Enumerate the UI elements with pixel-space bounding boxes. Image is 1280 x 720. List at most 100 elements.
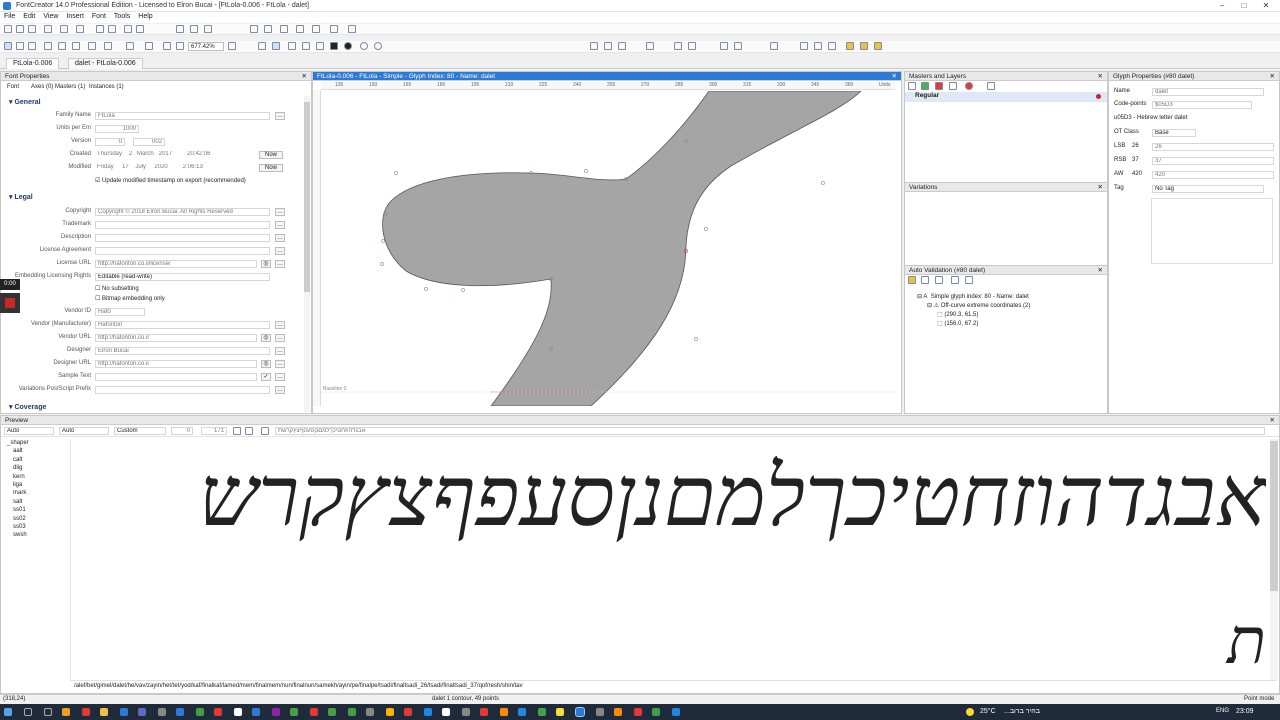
vendor-id-field[interactable]: Hafo <box>95 308 145 316</box>
bitmap-checkbox[interactable]: ☐ Bitmap embedding only <box>95 295 295 304</box>
subtab-font[interactable]: Font <box>7 84 19 90</box>
aw-field[interactable]: 420 <box>1152 171 1274 179</box>
grid-icon[interactable] <box>296 25 304 33</box>
clock[interactable]: 23:09 <box>1236 708 1254 715</box>
license-agreement-field[interactable] <box>95 247 270 255</box>
scrollbar[interactable] <box>304 96 310 412</box>
zoom-field[interactable]: 677.42% <box>188 42 224 51</box>
app-icon[interactable] <box>138 708 146 716</box>
app-icon[interactable] <box>462 708 470 716</box>
table-icon[interactable] <box>348 25 356 33</box>
glyph-names-field[interactable]: /alef/bet/gimel/dalet/he/vav/zayin/het/t… <box>71 680 1276 691</box>
fit-icon[interactable] <box>228 42 236 50</box>
refresh-icon[interactable] <box>921 276 929 284</box>
arrow-active-icon[interactable] <box>272 42 280 50</box>
app-icon[interactable] <box>176 708 184 716</box>
menu-help[interactable]: Help <box>134 12 156 21</box>
undo-icon[interactable] <box>96 25 104 33</box>
glyph-canvas[interactable]: Baseline 0 <box>321 91 895 406</box>
modified-field[interactable]: Friday 17 July 2020 2:06:13 <box>95 164 255 172</box>
zoom-in-icon[interactable] <box>163 42 171 50</box>
created-now-button[interactable]: Now <box>259 151 283 159</box>
rect-fill-icon[interactable] <box>330 42 338 50</box>
hand-icon[interactable] <box>104 42 112 50</box>
app-icon[interactable] <box>518 708 526 716</box>
maximize-icon[interactable]: □ <box>1234 1 1254 11</box>
app-icon[interactable] <box>424 708 432 716</box>
language[interactable]: ENG <box>1216 708 1229 714</box>
more-button[interactable]: … <box>275 347 285 355</box>
feature-item[interactable]: aalt <box>1 447 70 455</box>
app-icon[interactable] <box>272 708 280 716</box>
align-icon[interactable] <box>590 42 598 50</box>
vendor-url-field[interactable]: http://hafonton.co.il <box>95 334 257 342</box>
next-icon[interactable] <box>374 42 382 50</box>
feature-item[interactable]: swsh <box>1 531 70 539</box>
anchor-icon[interactable] <box>674 42 682 50</box>
app-icon[interactable] <box>252 708 260 716</box>
app-icon[interactable] <box>442 708 450 716</box>
zoom-out-icon[interactable] <box>176 42 184 50</box>
globe-icon[interactable]: ◎ <box>261 360 271 368</box>
check-icon[interactable]: ✓ <box>261 373 271 381</box>
tab-glyph[interactable]: dalet - FtLola-0.006 <box>68 58 143 69</box>
save-icon[interactable] <box>28 25 36 33</box>
app-icon[interactable] <box>120 708 128 716</box>
search-icon[interactable] <box>330 25 338 33</box>
validation-coord[interactable]: ⬚ (290.3, 61.5) <box>937 311 978 320</box>
family-name-field[interactable]: FtLola <box>95 112 270 120</box>
fx-icon[interactable] <box>190 25 198 33</box>
search-icon[interactable] <box>24 708 32 716</box>
rotate-icon[interactable] <box>28 42 36 50</box>
app-icon[interactable] <box>214 708 222 716</box>
feature-item[interactable]: calt <box>1 456 70 464</box>
validation-subitem[interactable]: ⊟ ⚠ Off-curve extreme coordinates (2) <box>927 302 1030 311</box>
duplicate-icon[interactable] <box>874 42 882 50</box>
layer-regular[interactable]: Regular <box>905 92 1107 102</box>
feature-item[interactable]: salt <box>1 498 70 506</box>
tab-font[interactable]: FtLola-0.006 <box>6 58 60 69</box>
embedding-select[interactable]: Editable (read-write) <box>95 273 270 281</box>
image-icon[interactable] <box>288 42 296 50</box>
validation-coord[interactable]: ⬚ (156.0, 67.2) <box>937 320 978 329</box>
arrow-left-icon[interactable] <box>800 42 808 50</box>
validation-item[interactable]: ⊟ A Simple glyph index: 80 - Name: dalet <box>917 293 1029 302</box>
version-major-field[interactable]: 0 <box>95 138 125 146</box>
link-icon[interactable] <box>176 25 184 33</box>
script-select[interactable]: Auto <box>59 427 109 435</box>
record-button[interactable] <box>0 293 20 313</box>
task-view-icon[interactable] <box>44 708 52 716</box>
app-icon[interactable] <box>290 708 298 716</box>
more-button[interactable]: … <box>275 234 285 242</box>
no-subsetting-checkbox[interactable]: ☐ No subsetting <box>95 285 295 294</box>
app-icon[interactable] <box>634 708 642 716</box>
warning-icon[interactable] <box>965 82 973 90</box>
trademark-field[interactable] <box>95 221 270 229</box>
app-icon[interactable] <box>480 708 488 716</box>
fill-icon[interactable] <box>126 42 134 50</box>
preview-text-field[interactable]: אבגדהוזחטיכךלמםנןסעפףצץקרשת <box>275 427 1265 435</box>
more-button[interactable]: … <box>275 221 285 229</box>
close-icon[interactable]: ✕ <box>1098 266 1103 274</box>
modified-now-button[interactable]: Now <box>259 164 283 172</box>
more-button[interactable]: … <box>275 260 285 268</box>
more-button[interactable]: … <box>275 112 285 120</box>
mirror-icon[interactable] <box>720 42 728 50</box>
rsb-field[interactable]: 37 <box>1152 157 1274 165</box>
save-all-icon[interactable] <box>44 25 52 33</box>
flip-icon[interactable] <box>734 42 742 50</box>
copy-2-icon[interactable] <box>846 42 854 50</box>
menu-edit[interactable]: Edit <box>19 12 39 21</box>
ps-prefix-field[interactable] <box>95 386 270 394</box>
new-icon[interactable] <box>4 25 12 33</box>
layers-icon[interactable] <box>280 25 288 33</box>
prev-icon[interactable] <box>360 42 368 50</box>
app-icon[interactable] <box>310 708 318 716</box>
add-icon[interactable] <box>921 82 929 90</box>
section-legal[interactable]: ▾ Legal <box>9 193 33 201</box>
subtab-axes[interactable]: Axes (0) <box>31 84 53 90</box>
upm-field[interactable]: 1000 <box>95 125 139 133</box>
more-button[interactable]: … <box>275 373 285 381</box>
text-tool-icon[interactable] <box>44 42 52 50</box>
menu-view[interactable]: View <box>39 12 62 21</box>
